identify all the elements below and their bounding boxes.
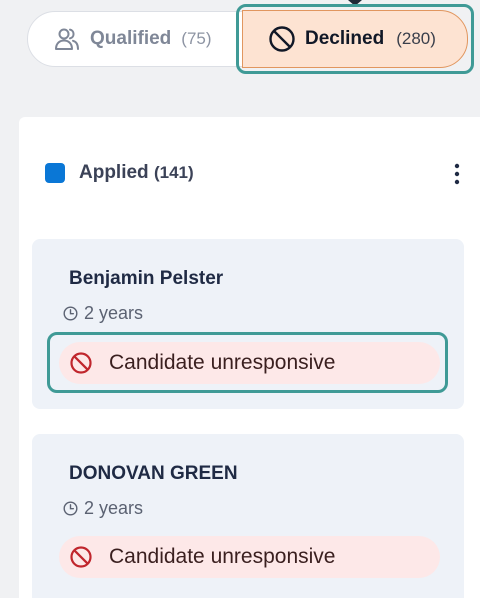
tab-qualified-count: (75): [181, 29, 212, 48]
column-title-label: Applied: [79, 162, 149, 183]
clock-icon: [63, 501, 78, 516]
more-options-icon[interactable]: [449, 161, 465, 187]
decline-reason-text: Candidate unresponsive: [109, 545, 336, 568]
status-tabs: Qualified (75) Declined (280): [0, 0, 480, 90]
tab-qualified-label: Qualified: [90, 28, 172, 49]
candidate-tenure: 2 years: [63, 498, 143, 519]
tenure-text: 2 years: [84, 498, 144, 518]
candidate-name[interactable]: Benjamin Pelster: [69, 268, 223, 290]
column-title: Applied (141): [79, 162, 194, 184]
decline-reason-badge: Candidate unresponsive: [59, 536, 440, 578]
column-count: (141): [153, 163, 194, 182]
highlight-outline-declined: [236, 4, 474, 74]
users-icon: [55, 28, 79, 50]
clock-icon: [63, 306, 78, 321]
tenure-text: 2 years: [84, 303, 144, 323]
candidate-card[interactable]: DONOVAN GREEN 2 years Candidate unrespon…: [32, 434, 464, 598]
column-header: Applied (141): [43, 161, 463, 187]
highlight-outline-reason: [47, 332, 448, 393]
stage-color-dot: [45, 163, 65, 183]
candidate-tenure: 2 years: [63, 303, 143, 324]
candidate-name[interactable]: DONOVAN GREEN: [69, 463, 238, 485]
ban-icon: [70, 546, 92, 568]
